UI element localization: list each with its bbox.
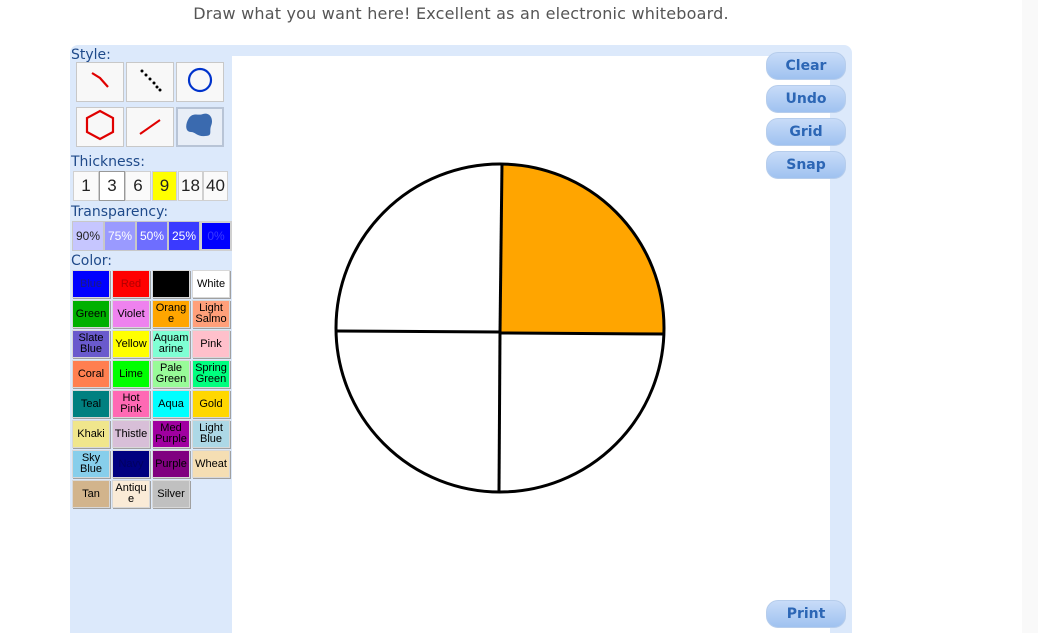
transparency-50[interactable]: 50%	[136, 221, 168, 251]
color-swatch-silver[interactable]: Silver	[152, 480, 190, 508]
color-swatch-wheat[interactable]: Wheat	[192, 450, 230, 478]
color-label: Color:	[71, 253, 113, 269]
fill-tool[interactable]	[176, 107, 224, 147]
drawing-svg	[334, 162, 666, 494]
color-swatch-spring-green[interactable]: Spring Green	[192, 360, 230, 388]
freehand-line-icon	[85, 65, 115, 99]
undo-button[interactable]: Undo	[766, 85, 846, 113]
thickness-label: Thickness:	[71, 154, 145, 170]
color-swatch-sky-blue[interactable]: Sky Blue	[72, 450, 110, 478]
vertical-line-top	[498, 162, 504, 334]
transparency-25[interactable]: 25%	[168, 221, 200, 251]
transparency-75[interactable]: 75%	[104, 221, 136, 251]
color-swatch-orange[interactable]: Orang e	[152, 300, 190, 328]
color-swatch-pink[interactable]: Pink	[192, 330, 230, 358]
color-swatch-white[interactable]: White	[192, 270, 230, 298]
print-button[interactable]: Print	[766, 600, 846, 628]
color-swatch-hot-pink[interactable]: Hot Pink	[112, 390, 150, 418]
color-swatch-yellow[interactable]: Yellow	[112, 330, 150, 358]
color-swatch-lime[interactable]: Lime	[112, 360, 150, 388]
hexagon-icon	[84, 109, 116, 145]
horizontal-line-left	[335, 329, 501, 334]
freehand-tool[interactable]	[76, 62, 124, 102]
thickness-18[interactable]: 18	[178, 171, 203, 201]
snap-button[interactable]: Snap	[766, 151, 846, 179]
color-swatch-black[interactable]: Black	[152, 270, 190, 298]
color-swatch-aquamarine[interactable]: Aquam arine	[152, 330, 190, 358]
dotted-tool[interactable]	[126, 62, 174, 102]
style-label: Style:	[71, 47, 111, 63]
transparency-90[interactable]: 90%	[72, 221, 104, 251]
horizontal-line-right	[499, 331, 666, 336]
circle-icon	[185, 65, 215, 99]
circle-tool[interactable]	[176, 62, 224, 102]
thickness-6[interactable]: 6	[125, 171, 151, 201]
color-swatch-light-salmon[interactable]: Light Salmo	[192, 300, 230, 328]
color-swatch-green[interactable]: Green	[72, 300, 110, 328]
thickness-1[interactable]: 1	[73, 171, 99, 201]
color-swatch-antique[interactable]: Antiqu e	[112, 480, 150, 508]
color-swatch-aqua[interactable]: Aqua	[152, 390, 190, 418]
orange-quadrant-fill	[500, 164, 665, 333]
color-swatch-coral[interactable]: Coral	[72, 360, 110, 388]
color-swatch-med-purple[interactable]: Med Purple	[152, 420, 190, 448]
color-swatch-khaki[interactable]: Khaki	[72, 420, 110, 448]
transparency-label: Transparency:	[71, 204, 169, 220]
fill-blob-icon	[183, 110, 217, 144]
right-scroll-area	[1022, 0, 1038, 633]
color-swatch-violet[interactable]: Violet	[112, 300, 150, 328]
thickness-40[interactable]: 40	[203, 171, 228, 201]
line-tool[interactable]	[126, 107, 174, 147]
color-swatch-gold[interactable]: Gold	[192, 390, 230, 418]
color-swatch-teal[interactable]: Teal	[72, 390, 110, 418]
color-swatch-red[interactable]: Red	[112, 270, 150, 298]
color-swatch-slate-blue[interactable]: Slate Blue	[72, 330, 110, 358]
page-headline: Draw what you want here! Excellent as an…	[193, 4, 729, 23]
color-swatch-light-blue[interactable]: Light Blue	[192, 420, 230, 448]
color-swatch-pale-green[interactable]: Pale Green	[152, 360, 190, 388]
dotted-line-icon	[135, 65, 165, 99]
color-swatch-blue[interactable]: Blue	[72, 270, 110, 298]
transparency-0[interactable]: 0%	[200, 221, 232, 251]
color-swatch-tan[interactable]: Tan	[72, 480, 110, 508]
thickness-9[interactable]: 9	[152, 171, 177, 201]
color-swatch-navy[interactable]: Navy	[112, 450, 150, 478]
vertical-line-bottom	[497, 332, 502, 493]
drawing-canvas[interactable]	[232, 56, 830, 633]
thickness-3[interactable]: 3	[99, 171, 125, 201]
grid-button[interactable]: Grid	[766, 118, 846, 146]
straight-line-icon	[135, 110, 165, 144]
color-swatch-thistle[interactable]: Thistle	[112, 420, 150, 448]
polygon-tool[interactable]	[76, 107, 124, 147]
clear-button[interactable]: Clear	[766, 52, 846, 80]
color-swatch-purple[interactable]: Purple	[152, 450, 190, 478]
